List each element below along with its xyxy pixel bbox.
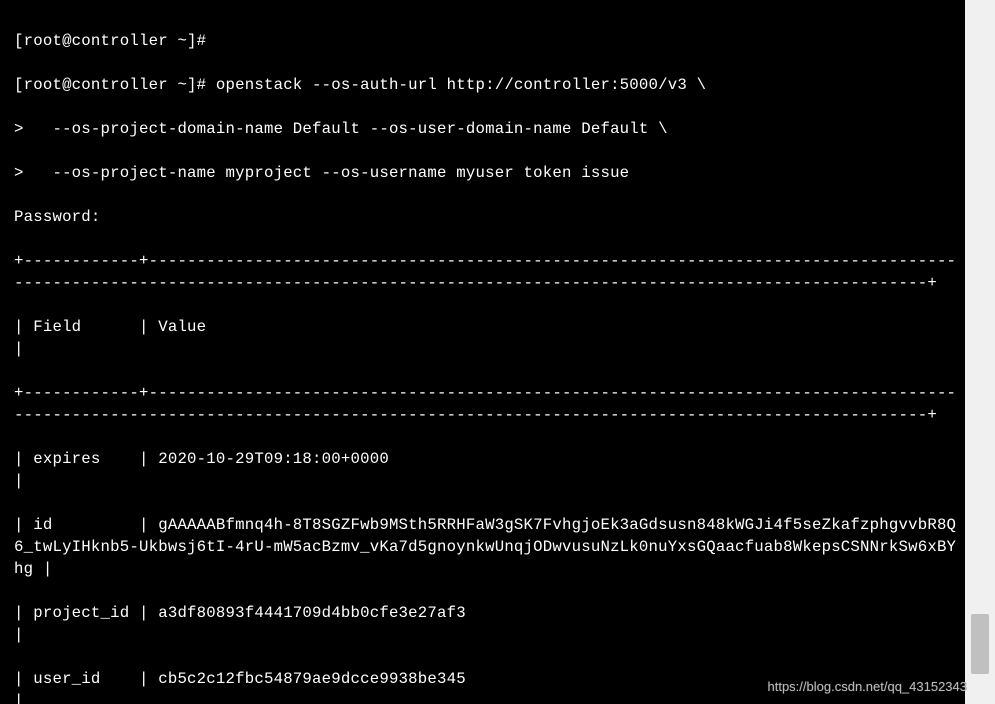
terminal-window[interactable]: [root@controller ~]# [root@controller ~]… bbox=[0, 0, 965, 704]
table-header-row: | Field | Value bbox=[14, 316, 959, 360]
password-prompt: Password: bbox=[14, 206, 959, 228]
prompt-line: [root@controller ~]# bbox=[14, 30, 959, 52]
command-line-3: > --os-project-name myproject --os-usern… bbox=[14, 162, 959, 184]
table-row-id: | id | gAAAAABfmnq4h-8T8SGZFwb9MSth5RRHF… bbox=[14, 514, 959, 580]
table-row-project-id: | project_id | a3df80893f4441709d4bb0cfe… bbox=[14, 602, 959, 646]
command-line-2: > --os-project-domain-name Default --os-… bbox=[14, 118, 959, 140]
table-separator-mid: +------------+--------------------------… bbox=[14, 382, 959, 426]
command-line-1: [root@controller ~]# openstack --os-auth… bbox=[14, 74, 959, 96]
table-row-expires: | expires | 2020-10-29T09:18:00+0000 bbox=[14, 448, 959, 492]
vertical-scrollbar[interactable] bbox=[965, 0, 995, 704]
table-row-user-id: | user_id | cb5c2c12fbc54879ae9dcce9938b… bbox=[14, 668, 959, 704]
scrollbar-thumb[interactable] bbox=[971, 614, 989, 674]
table-separator-top: +------------+--------------------------… bbox=[14, 250, 959, 294]
